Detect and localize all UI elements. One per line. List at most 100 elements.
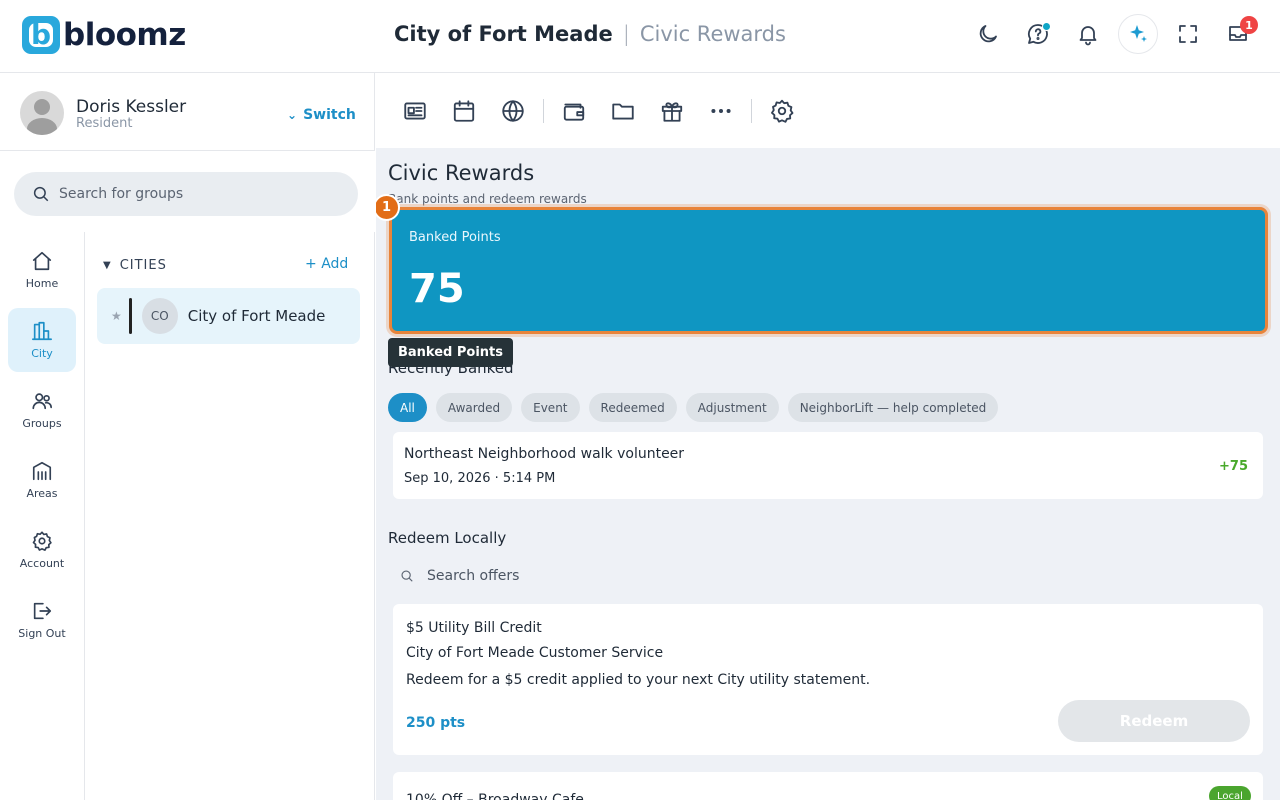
- help-indicator-dot: [1042, 22, 1051, 31]
- toolbar-divider: [751, 98, 752, 123]
- add-city-button[interactable]: + Add: [305, 256, 348, 272]
- transaction-title: Northeast Neighborhood walk volunteer: [404, 446, 685, 462]
- offer-provider: City of Fort Meade Customer Service: [406, 645, 664, 661]
- banked-points-value: 75: [409, 266, 465, 312]
- offer-title: 10% Off – Broadway Cafe: [406, 792, 584, 800]
- avatar[interactable]: [20, 91, 64, 135]
- groups-icon: [32, 393, 52, 410]
- nav-city[interactable]: City: [8, 308, 76, 372]
- offer-card: 10% Off – Broadway Cafe Local: [393, 772, 1263, 800]
- notifications-button[interactable]: [1068, 14, 1108, 54]
- chevron-down-icon: ⌄: [287, 108, 298, 122]
- nav-account[interactable]: Account: [8, 518, 76, 582]
- rewards-button[interactable]: [653, 92, 691, 130]
- wallet-icon: [563, 103, 585, 121]
- tooltip: Banked Points: [388, 338, 514, 367]
- areas-icon: [32, 461, 52, 481]
- messages-count-badge: 1: [1240, 16, 1258, 34]
- search-icon: [401, 570, 413, 582]
- offer-search-input[interactable]: Search offers: [400, 568, 519, 584]
- logo-icon: [22, 16, 60, 54]
- filter-redeemed[interactable]: Redeemed: [588, 393, 677, 422]
- nav-label: Sign Out: [18, 627, 66, 640]
- page-heading: City of Fort Meade | Civic Rewards: [394, 22, 786, 46]
- page-title: Civic Rewards: [388, 161, 535, 185]
- dark-mode-button[interactable]: [968, 14, 1008, 54]
- calendar-button[interactable]: [445, 92, 483, 130]
- settings-button[interactable]: [763, 92, 801, 130]
- news-button[interactable]: [396, 92, 434, 130]
- plus-icon: +: [305, 256, 317, 272]
- nav-label: Areas: [26, 487, 58, 500]
- redeem-locally-heading: Redeem Locally: [388, 529, 507, 547]
- toolbar-divider: [543, 98, 544, 123]
- banked-points-label: Banked Points: [409, 230, 501, 245]
- star-icon[interactable]: ★: [111, 309, 122, 323]
- nav-label: Account: [19, 557, 65, 570]
- banked-points-card[interactable]: Banked Points 75: [389, 207, 1268, 334]
- expand-icon: [1179, 25, 1197, 43]
- calendar-icon: [453, 99, 475, 122]
- bell-icon: [1079, 26, 1097, 46]
- globe-icon: [502, 99, 524, 122]
- nav-sign-out[interactable]: Sign Out: [8, 588, 76, 652]
- sign-out-icon: [33, 602, 52, 620]
- transaction-date: Sep 10, 2026 · 5:14 PM: [404, 471, 556, 486]
- more-button[interactable]: [702, 92, 740, 130]
- cities-section-toggle[interactable]: ▼ CITIES: [103, 258, 167, 273]
- news-icon: [404, 101, 426, 120]
- website-button[interactable]: [494, 92, 532, 130]
- heading-separator: |: [622, 22, 630, 46]
- ai-assistant-button[interactable]: [1118, 14, 1158, 54]
- filter-adjustment[interactable]: Adjustment: [685, 393, 779, 422]
- switch-label: Switch: [303, 107, 356, 123]
- nav-groups[interactable]: Groups: [8, 378, 76, 442]
- user-name: Doris Kessler: [76, 97, 187, 117]
- switch-account-button[interactable]: ⌄ Switch: [287, 107, 356, 123]
- offer-description: Redeem for a $5 credit applied to your n…: [406, 672, 871, 688]
- redeem-button[interactable]: Redeem: [1058, 700, 1250, 742]
- org-name: City of Fort Meade: [394, 22, 613, 46]
- nav-home[interactable]: Home: [8, 238, 76, 302]
- add-label: Add: [321, 256, 349, 272]
- filter-awarded[interactable]: Awarded: [435, 393, 513, 422]
- filter-all[interactable]: All: [388, 393, 427, 422]
- filter-neighborlift[interactable]: NeighborLift — help completed: [787, 393, 999, 422]
- user-role: Resident: [76, 116, 133, 131]
- wallet-button[interactable]: [555, 92, 593, 130]
- filter-event[interactable]: Event: [521, 393, 580, 422]
- nav-areas[interactable]: Areas: [8, 448, 76, 512]
- page-subtitle: Bank points and redeem rewards: [388, 192, 587, 206]
- help-button[interactable]: [1018, 14, 1058, 54]
- filter-chips: All Awarded Event Redeemed Adjustment Ne…: [388, 393, 999, 422]
- active-indicator: [128, 298, 132, 334]
- local-badge: Local: [1209, 786, 1251, 800]
- search-icon: [33, 186, 49, 202]
- side-nav: Home City Groups Areas Account Sign Out: [0, 232, 85, 800]
- group-name: City of Fort Meade: [187, 307, 326, 325]
- group-avatar: CO: [141, 298, 178, 334]
- groups-panel: ▼ CITIES + Add ★ CO City of Fort Meade: [85, 232, 375, 800]
- group-item-city-of-fort-meade[interactable]: ★ CO City of Fort Meade: [97, 288, 360, 344]
- files-button[interactable]: [604, 92, 642, 130]
- offer-points: 250 pts: [406, 715, 466, 731]
- chevron-down-icon: ▼: [103, 260, 112, 271]
- content-toolbar: [376, 73, 1280, 148]
- nav-label: City: [31, 347, 53, 360]
- city-icon: [32, 321, 52, 341]
- home-icon: [32, 251, 52, 271]
- transaction-row: Northeast Neighborhood walk volunteer Se…: [393, 432, 1263, 499]
- header-actions: 1: [968, 14, 1258, 54]
- sparkle-icon: [1130, 25, 1147, 42]
- messages-button[interactable]: 1: [1218, 14, 1258, 54]
- bloomz-logo[interactable]: bloomz: [22, 16, 186, 54]
- gift-icon: [661, 101, 683, 122]
- fullscreen-button[interactable]: [1168, 14, 1208, 54]
- main-content: Civic Rewards Bank points and redeem rew…: [376, 148, 1280, 800]
- gear-icon: [32, 531, 52, 551]
- folder-icon: [612, 103, 634, 120]
- search-placeholder: Search for groups: [59, 186, 184, 202]
- offer-title: $5 Utility Bill Credit: [406, 620, 542, 636]
- group-search-input[interactable]: Search for groups: [14, 172, 358, 216]
- offer-search-placeholder: Search offers: [427, 568, 520, 584]
